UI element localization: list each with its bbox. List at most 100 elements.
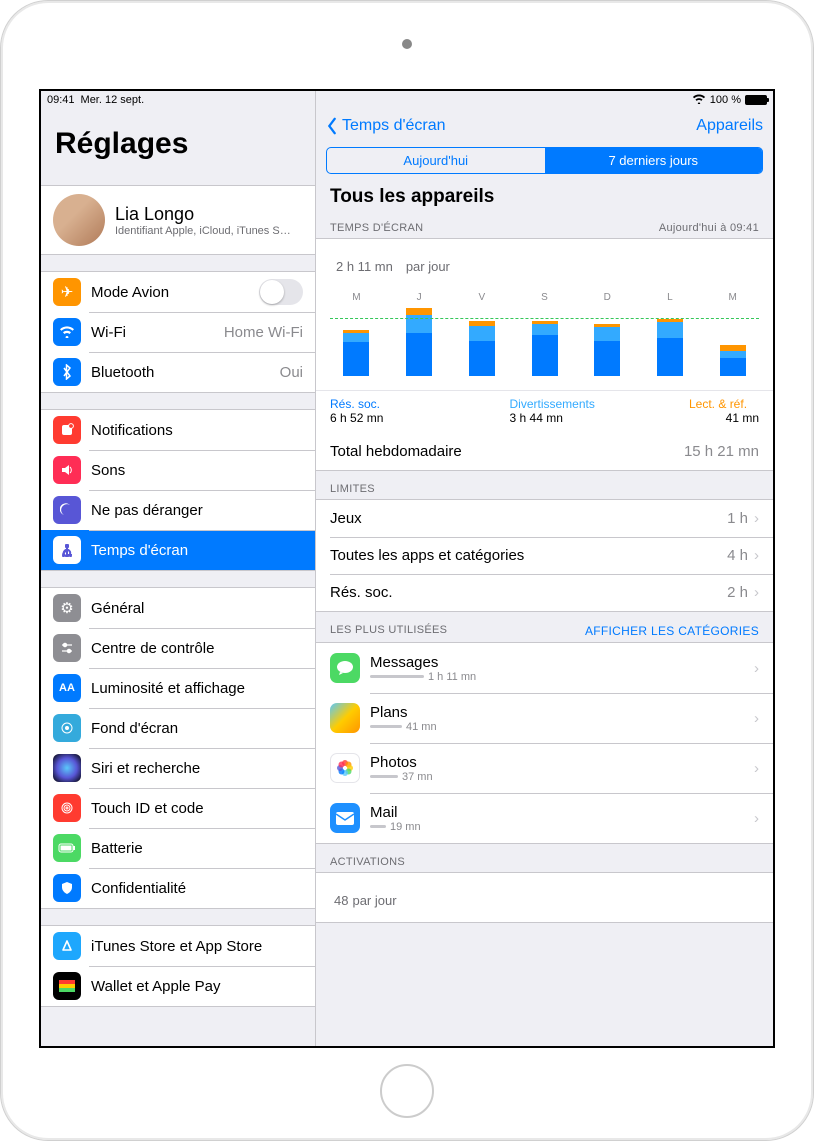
app-maps[interactable]: Plans 41 mn › <box>316 693 773 743</box>
status-bar: 09:41 Mer. 12 sept. 100 % <box>41 91 773 109</box>
app-messages[interactable]: Messages 1 h 11 mn › <box>316 643 773 693</box>
cat-reading-value: 41 mn <box>689 411 759 425</box>
notifications-icon <box>53 416 81 444</box>
cat-entertainment-label: Divertissements <box>510 397 595 411</box>
weekly-total-value: 15 h 21 mn <box>684 443 759 460</box>
cat-social-label: Rés. soc. <box>330 397 380 411</box>
app-maps-name: Plans <box>370 704 437 721</box>
navbar: Temps d'écran Appareils <box>316 109 773 141</box>
battery-label: Batterie <box>91 840 143 857</box>
general-label: Général <box>91 600 144 617</box>
siri-label: Siri et recherche <box>91 760 200 777</box>
back-button[interactable]: Temps d'écran <box>326 117 446 135</box>
control-center-label: Centre de contrôle <box>91 640 214 657</box>
limit-social[interactable]: Rés. soc. 2 h › <box>316 574 773 611</box>
sidebar-item-screen-time[interactable]: Temps d'écran <box>41 530 315 570</box>
sidebar-item-itunes[interactable]: iTunes Store et App Store <box>41 926 315 966</box>
battery-icon <box>53 834 81 862</box>
wifi-icon <box>53 318 81 346</box>
average-unit: par jour <box>406 259 450 274</box>
chevron-right-icon: › <box>754 584 759 601</box>
battery-percent: 100 % <box>710 94 741 106</box>
app-photos-name: Photos <box>370 754 433 771</box>
sidebar-item-battery[interactable]: Batterie <box>41 828 315 868</box>
sidebar-item-dnd[interactable]: Ne pas déranger <box>41 490 315 530</box>
app-maps-time: 41 mn <box>406 721 437 733</box>
chevron-right-icon: › <box>754 710 759 727</box>
touch-id-label: Touch ID et code <box>91 800 204 817</box>
airplane-toggle[interactable] <box>259 279 303 305</box>
privacy-icon <box>53 874 81 902</box>
avatar <box>53 194 105 246</box>
screen-time-card[interactable]: 2 h 11 mn par jour MJVSDLM Rés. soc.6 h … <box>316 238 773 471</box>
itunes-label: iTunes Store et App Store <box>91 938 262 955</box>
screen-time-header: TEMPS D'ÉCRAN <box>330 222 423 234</box>
most-used-header: LES PLUS UTILISÉES <box>330 624 447 638</box>
app-mail[interactable]: Mail 19 mn › <box>316 793 773 843</box>
page-title: Tous les appareils <box>316 180 773 210</box>
touch-id-icon <box>53 794 81 822</box>
control-center-icon <box>53 634 81 662</box>
wifi-value: Home Wi-Fi <box>224 324 303 341</box>
sidebar-item-wallpaper[interactable]: Fond d'écran <box>41 708 315 748</box>
profile-sub: Identifiant Apple, iCloud, iTunes S… <box>115 225 291 237</box>
home-button[interactable] <box>380 1064 434 1118</box>
battery-icon <box>745 95 767 105</box>
dnd-icon <box>53 496 81 524</box>
limit-social-value: 2 h <box>727 584 748 601</box>
pickups-value: 48 <box>334 893 348 908</box>
apple-id-cell[interactable]: Lia Longo Identifiant Apple, iCloud, iTu… <box>41 186 315 254</box>
airplane-label: Mode Avion <box>91 284 169 301</box>
maps-icon <box>330 703 360 733</box>
status-date: Mer. 12 sept. <box>81 94 145 106</box>
siri-icon <box>53 754 81 782</box>
pickups-unit: par jour <box>352 893 396 908</box>
pickups-card[interactable]: 48 par jour <box>316 872 773 923</box>
sidebar-item-general[interactable]: ⚙ Général <box>41 588 315 628</box>
sidebar-item-brightness[interactable]: AA Luminosité et affichage <box>41 668 315 708</box>
period-segment: Aujourd'hui 7 derniers jours <box>326 147 763 174</box>
wallet-label: Wallet et Apple Pay <box>91 978 221 995</box>
limit-social-label: Rés. soc. <box>330 584 393 601</box>
settings-title: Réglages <box>41 109 315 169</box>
chevron-right-icon: › <box>754 510 759 527</box>
segment-today[interactable]: Aujourd'hui <box>327 148 545 173</box>
sidebar-item-wifi[interactable]: Wi-Fi Home Wi-Fi <box>41 312 315 352</box>
cat-social-value: 6 h 52 mn <box>330 411 510 425</box>
chevron-right-icon: › <box>754 810 759 827</box>
app-photos[interactable]: Photos 37 mn › <box>316 743 773 793</box>
sidebar-item-control-center[interactable]: Centre de contrôle <box>41 628 315 668</box>
weekly-total-label: Total hebdomadaire <box>330 443 462 460</box>
sidebar-item-bluetooth[interactable]: Bluetooth Oui <box>41 352 315 392</box>
segment-week[interactable]: 7 derniers jours <box>545 148 763 173</box>
gear-icon: ⚙ <box>53 594 81 622</box>
devices-button[interactable]: Appareils <box>696 117 763 135</box>
sidebar-item-siri[interactable]: Siri et recherche <box>41 748 315 788</box>
limit-games-label: Jeux <box>330 510 362 527</box>
usage-bar <box>370 675 424 678</box>
limit-all-label: Toutes les apps et catégories <box>330 547 524 564</box>
sidebar-item-sounds[interactable]: Sons <box>41 450 315 490</box>
show-categories-button[interactable]: AFFICHER LES CATÉGORIES <box>585 624 759 638</box>
average-line <box>330 318 759 319</box>
limit-games[interactable]: Jeux 1 h › <box>316 500 773 537</box>
sidebar-item-airplane[interactable]: ✈ Mode Avion <box>41 272 315 312</box>
wifi-icon <box>692 93 706 107</box>
sidebar-item-touch-id[interactable]: Touch ID et code <box>41 788 315 828</box>
cat-entertainment-value: 3 h 44 mn <box>510 411 690 425</box>
wallet-icon <box>53 972 81 1000</box>
sidebar-item-wallet[interactable]: Wallet et Apple Pay <box>41 966 315 1006</box>
profile-name: Lia Longo <box>115 204 291 225</box>
chevron-right-icon: › <box>754 547 759 564</box>
bluetooth-icon <box>53 358 81 386</box>
sidebar-item-notifications[interactable]: Notifications <box>41 410 315 450</box>
usage-bar <box>370 725 402 728</box>
limit-all-value: 4 h <box>727 547 748 564</box>
notifications-label: Notifications <box>91 422 173 439</box>
weekly-chart: MJVSDLM <box>330 286 759 380</box>
limit-all-apps[interactable]: Toutes les apps et catégories 4 h › <box>316 537 773 574</box>
updated-time: Aujourd'hui à 09:41 <box>659 222 759 234</box>
mail-icon <box>330 803 360 833</box>
sidebar-item-privacy[interactable]: Confidentialité <box>41 868 315 908</box>
bluetooth-label: Bluetooth <box>91 364 154 381</box>
